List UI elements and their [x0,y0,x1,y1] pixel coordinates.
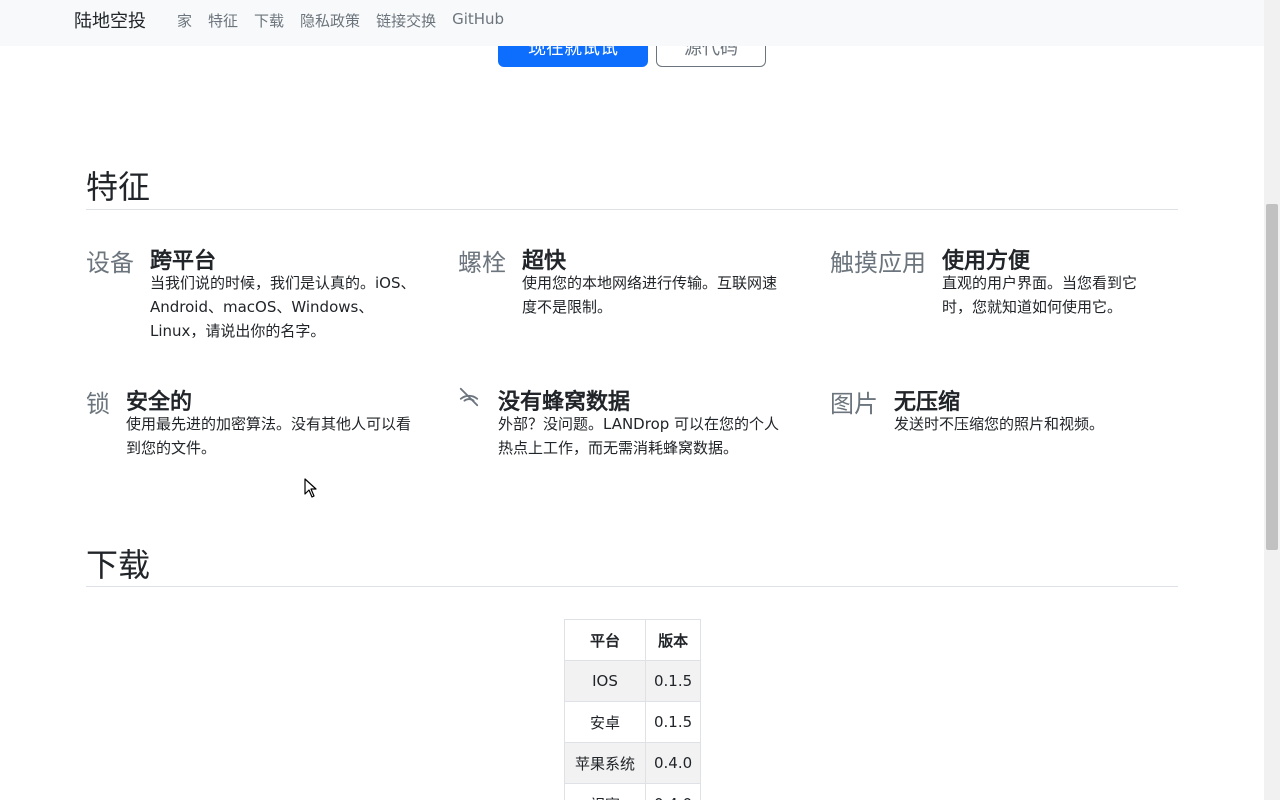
nav-links: 家 特征 下载 隐私政策 链接交换 GitHub [177,10,504,31]
mouse-cursor-icon [304,478,318,498]
navbar: 陆地空投 家 特征 下载 隐私政策 链接交换 GitHub [0,0,1264,46]
version-cell: 0.4.0 [644,783,702,800]
scrollbar-thumb[interactable] [1266,204,1278,550]
feature-super-fast: 螺栓 超快 使用您的本地网络进行传输。互联网速 度不是限制。 [458,243,818,353]
features-title: 特征 [86,168,151,206]
feature-no-cellular-data: 没有蜂窝数据 外部？没问题。LANDrop 可以在您的个人 热点上工作，而无需消… [458,384,818,474]
header-platform: 平台 [564,619,646,661]
table-row: 安卓 0.1.5 [564,701,702,743]
nav-link-home[interactable]: 家 [177,10,192,31]
bolt-icon: 螺栓 [458,249,506,277]
feature-secure: 锁 安全的 使用最先进的加密算法。没有其他人可以看 到您的文件。 [86,384,446,474]
platform-cell[interactable]: IOS [564,660,646,702]
feature-no-compression: 图片 无压缩 发送时不压缩您的照片和视频。 [830,384,1170,474]
header-version: 版本 [644,619,702,661]
nav-link-github[interactable]: GitHub [452,10,504,31]
table-row: 视窗 0.4.0 [564,783,702,800]
nav-link-download[interactable]: 下载 [254,10,284,31]
feature-desc: 使用最先进的加密算法。没有其他人可以看 到您的文件。 [126,415,412,457]
download-table: 平台 版本 IOS 0.1.5 安卓 0.1.5 苹果系统 0.4.0 视窗 0… [564,619,702,800]
features-divider [86,209,1178,210]
no-cellular-icon [458,386,480,414]
platform-cell[interactable]: 视窗 [564,783,646,800]
devices-icon: 设备 [86,249,134,277]
table-row: 苹果系统 0.4.0 [564,742,702,784]
brand-link[interactable]: 陆地空投 [74,7,146,33]
nav-link-privacy[interactable]: 隐私政策 [300,10,360,31]
lock-icon: 锁 [86,390,110,418]
feature-desc: 使用您的本地网络进行传输。互联网速 度不是限制。 [522,274,778,316]
platform-cell[interactable]: 安卓 [564,701,646,743]
nav-link-features[interactable]: 特征 [208,10,238,31]
feature-cross-platform: 设备 跨平台 当我们说的时候，我们是认真的。iOS、 Android、macOS… [86,243,446,353]
feature-easy-to-use: 触摸应用 使用方便 直观的用户界面。当您看到它 时，您就知道如何使用它。 [830,243,1170,353]
feature-desc: 发送时不压缩您的照片和视频。 [894,415,1105,433]
table-header-row: 平台 版本 [564,619,702,661]
download-divider [86,586,1178,587]
download-title: 下载 [86,546,151,584]
touch-app-icon: 触摸应用 [830,249,926,277]
feature-desc: 当我们说的时候，我们是认真的。iOS、 Android、macOS、Window… [150,274,416,340]
platform-cell[interactable]: 苹果系统 [564,742,646,784]
version-cell: 0.1.5 [644,701,702,743]
nav-link-link-exchange[interactable]: 链接交换 [376,10,436,31]
image-icon: 图片 [830,390,878,418]
table-row: IOS 0.1.5 [564,660,702,702]
feature-desc: 外部？没问题。LANDrop 可以在您的个人 热点上工作，而无需消耗蜂窝数据。 [498,415,780,457]
feature-desc: 直观的用户界面。当您看到它 时，您就知道如何使用它。 [942,274,1138,316]
version-cell: 0.1.5 [644,660,702,702]
version-cell: 0.4.0 [644,742,702,784]
